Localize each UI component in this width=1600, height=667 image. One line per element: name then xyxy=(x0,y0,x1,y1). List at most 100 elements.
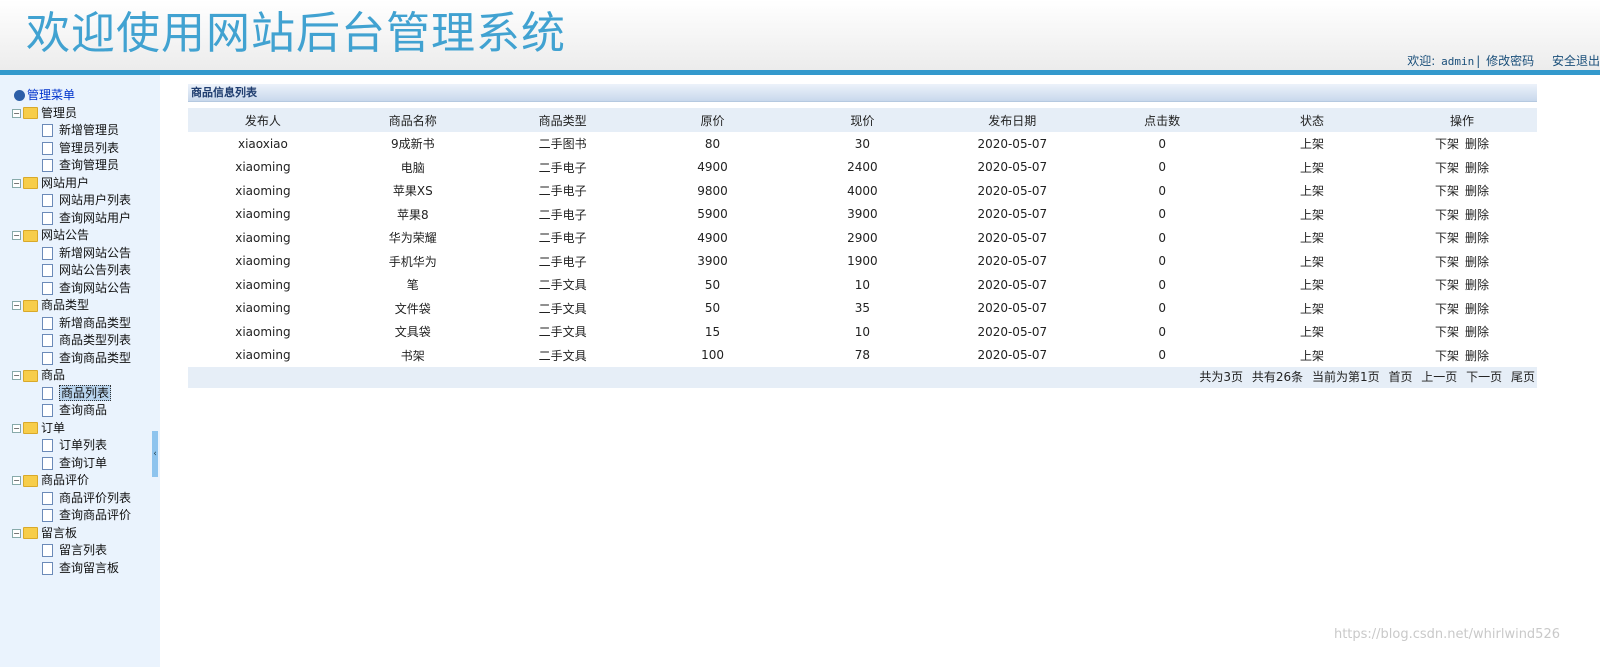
table-cell: 手机华为 xyxy=(388,254,437,269)
table-cell: 2020-05-07 xyxy=(977,160,1048,175)
table-cell: xiaoming xyxy=(235,207,291,222)
sidebar-item[interactable]: 查询管理员 xyxy=(12,157,131,175)
table-cell: 0 xyxy=(1158,183,1166,198)
menu-group[interactable]: − 留言板 xyxy=(12,525,131,543)
sidebar-item[interactable]: 新增管理员 xyxy=(12,122,131,140)
document-icon xyxy=(42,439,53,452)
menu-group[interactable]: − 网站公告 xyxy=(12,227,131,245)
sidebar-item[interactable]: 查询留言板 xyxy=(12,560,131,578)
sidebar-item[interactable]: 查询商品 xyxy=(12,402,131,420)
pager-prev-link[interactable]: 上一页 xyxy=(1421,370,1457,384)
table-cell: xiaoxiao xyxy=(237,136,288,151)
table-cell: 9成新书 xyxy=(390,137,435,152)
table-cell: 0 xyxy=(1158,230,1166,245)
sidebar-item[interactable]: 订单列表 xyxy=(12,437,131,455)
menu-group-label: 网站公告 xyxy=(41,228,90,242)
logout-link[interactable]: 安全退出 xyxy=(1552,54,1600,68)
unlist-link[interactable]: 下架 xyxy=(1435,255,1459,269)
sidebar-item[interactable]: 查询订单 xyxy=(12,455,131,473)
document-icon xyxy=(42,509,53,522)
pager-last-link[interactable]: 尾页 xyxy=(1511,370,1535,384)
menu-group[interactable]: − 管理员 xyxy=(12,105,131,123)
collapse-toggle-icon[interactable]: − xyxy=(12,528,21,538)
collapse-toggle-icon[interactable]: − xyxy=(12,178,21,188)
collapse-toggle-icon[interactable]: − xyxy=(12,301,21,310)
document-icon xyxy=(42,124,53,137)
sidebar-item[interactable]: 新增商品类型 xyxy=(12,315,131,333)
column-header: 原价 xyxy=(637,108,788,132)
delete-link[interactable]: 删除 xyxy=(1465,137,1489,151)
table-cell: 35 xyxy=(854,301,871,316)
menu-group[interactable]: − 网站用户 xyxy=(12,175,131,193)
sidebar-item[interactable]: 网站用户列表 xyxy=(12,192,131,210)
menu-root[interactable]: 管理菜单 xyxy=(12,87,131,105)
menu-group-label: 商品类型 xyxy=(41,298,90,312)
table-cell: 书架 xyxy=(400,348,425,363)
document-icon xyxy=(42,386,53,400)
pager-first-link[interactable]: 首页 xyxy=(1388,370,1412,384)
delete-link[interactable]: 删除 xyxy=(1465,325,1489,339)
collapse-toggle-icon[interactable]: − xyxy=(12,231,21,240)
delete-link[interactable]: 删除 xyxy=(1465,278,1489,292)
delete-link[interactable]: 删除 xyxy=(1465,349,1489,363)
unlist-link[interactable]: 下架 xyxy=(1435,208,1459,222)
sidebar-item[interactable]: 查询网站用户 xyxy=(12,210,131,228)
unlist-link[interactable]: 下架 xyxy=(1435,231,1459,245)
row-actions: 下架 删除 xyxy=(1387,344,1537,368)
table-cell: 华为荣耀 xyxy=(388,231,437,246)
pager-next-link[interactable]: 下一页 xyxy=(1466,370,1502,384)
delete-link[interactable]: 删除 xyxy=(1465,231,1489,245)
delete-link[interactable]: 删除 xyxy=(1465,161,1489,175)
delete-link[interactable]: 删除 xyxy=(1465,255,1489,269)
folder-icon xyxy=(23,299,38,312)
table-cell: 上架 xyxy=(1300,207,1325,222)
table-cell: xiaoming xyxy=(235,183,291,198)
sidebar-item-label: 订单列表 xyxy=(59,438,108,452)
sidebar-item[interactable]: 查询网站公告 xyxy=(12,280,131,298)
sidebar-item[interactable]: 查询商品评价 xyxy=(12,507,131,525)
table-cell: 苹果XS xyxy=(392,184,433,199)
change-password-link[interactable]: 修改密码 xyxy=(1486,54,1534,68)
sidebar-collapse-handle[interactable]: ‹ xyxy=(152,431,158,477)
sidebar-item[interactable]: 留言列表 xyxy=(12,542,131,560)
table-cell: 2020-05-07 xyxy=(977,324,1048,339)
table-cell: 文件袋 xyxy=(394,301,431,316)
collapse-toggle-icon[interactable]: − xyxy=(12,108,21,118)
collapse-toggle-icon[interactable]: − xyxy=(12,423,21,433)
delete-link[interactable]: 删除 xyxy=(1465,208,1489,222)
delete-link[interactable]: 删除 xyxy=(1465,302,1489,316)
separator: | xyxy=(1476,54,1481,68)
unlist-link[interactable]: 下架 xyxy=(1435,325,1459,339)
unlist-link[interactable]: 下架 xyxy=(1435,278,1459,292)
table-cell: xiaoming xyxy=(235,301,291,316)
sidebar-item[interactable]: 商品评价列表 xyxy=(12,490,131,508)
unlist-link[interactable]: 下架 xyxy=(1435,184,1459,198)
table-cell: 二手电子 xyxy=(538,254,587,269)
unlist-link[interactable]: 下架 xyxy=(1435,349,1459,363)
collapse-toggle-icon[interactable]: − xyxy=(12,476,21,485)
sidebar-item[interactable]: 网站公告列表 xyxy=(12,262,131,280)
collapse-toggle-icon[interactable]: − xyxy=(12,371,21,380)
table-cell: 4000 xyxy=(847,183,878,198)
menu-group[interactable]: − 订单 xyxy=(12,420,131,438)
table-cell: 二手电子 xyxy=(538,160,587,175)
unlist-link[interactable]: 下架 xyxy=(1435,161,1459,175)
table-header-row: 发布人 商品名称 商品类型 原价 现价 发布日期 点击数 状态 操作 xyxy=(188,108,1537,132)
table-cell: 3900 xyxy=(697,254,728,269)
sidebar-item[interactable]: 查询商品类型 xyxy=(12,350,131,368)
delete-link[interactable]: 删除 xyxy=(1465,184,1489,198)
unlist-link[interactable]: 下架 xyxy=(1435,137,1459,151)
menu-group[interactable]: − 商品 xyxy=(12,367,131,385)
table-cell: 3900 xyxy=(847,207,878,222)
sidebar-item[interactable]: 管理员列表 xyxy=(12,140,131,158)
unlist-link[interactable]: 下架 xyxy=(1435,302,1459,316)
menu-group[interactable]: − 商品类型 xyxy=(12,297,131,315)
pager-current-page: 当前为第1页 xyxy=(1311,370,1380,384)
pager: 共为3页 共有26条 当前为第1页 首页 上一页 下一页 尾页 xyxy=(188,367,1537,388)
menu-group[interactable]: − 商品评价 xyxy=(12,472,131,490)
sidebar-item[interactable]: 新增网站公告 xyxy=(12,245,131,263)
sidebar-item[interactable]: 商品列表 xyxy=(12,384,131,403)
table-cell: 80 xyxy=(704,136,721,151)
document-icon xyxy=(42,159,53,172)
sidebar-item[interactable]: 商品类型列表 xyxy=(12,332,131,350)
